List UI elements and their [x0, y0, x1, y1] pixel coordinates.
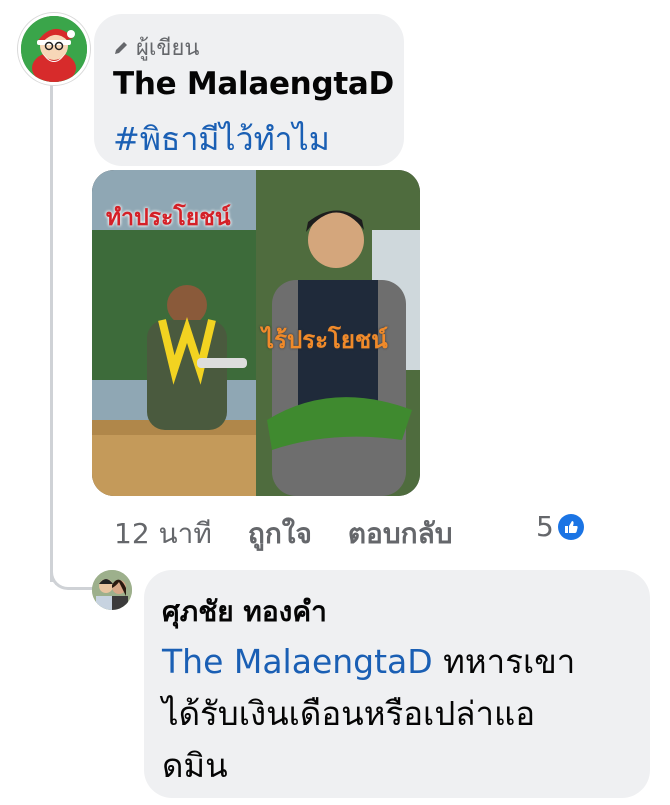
thread-line: [50, 84, 53, 582]
right-caption: ไร้ประโยชน์: [262, 326, 388, 354]
santa-avatar-icon: [21, 16, 87, 82]
reply-button[interactable]: ตอบกลับ: [348, 512, 453, 556]
pencil-icon: [115, 41, 127, 54]
comment-actions: 12 นาที ถูกใจ ตอบกลับ: [114, 512, 453, 556]
reply-text-line2: ได้รับเงินเดือนหรือเปล่าแอ: [162, 694, 536, 733]
reply-author-name[interactable]: ศุภชัย ทองคำ: [162, 590, 327, 634]
reaction-count[interactable]: 5: [536, 510, 584, 543]
reply-text-line1: ทหารเขา: [432, 642, 576, 681]
mention-link[interactable]: The MalaengtaD: [162, 642, 433, 681]
thumbs-up-icon: [557, 513, 584, 540]
user-photo-icon: [92, 570, 132, 610]
reply-text-line3: ดมิน: [162, 746, 228, 785]
author-avatar[interactable]: [18, 13, 90, 85]
thread-connector: [50, 552, 96, 590]
comment-photo[interactable]: ทำประโยชน์ ไร้ประโยชน์: [92, 170, 420, 496]
left-caption: ทำประโยชน์: [106, 205, 231, 231]
reaction-number: 5: [536, 510, 554, 543]
reply-text: The MalaengtaD ทหารเขา ได้รับเงินเดือนหร…: [162, 636, 622, 792]
timestamp[interactable]: 12 นาที: [114, 512, 212, 556]
comment-author-name[interactable]: The MalaengtaD: [113, 66, 394, 102]
reply-avatar[interactable]: [92, 570, 132, 610]
hashtag-link[interactable]: #พิธามีไว้ทำไม: [113, 114, 330, 165]
like-button[interactable]: ถูกใจ: [248, 512, 312, 556]
author-badge: ผู้เขียน: [112, 30, 199, 65]
author-badge-label: ผู้เขียน: [136, 36, 200, 61]
